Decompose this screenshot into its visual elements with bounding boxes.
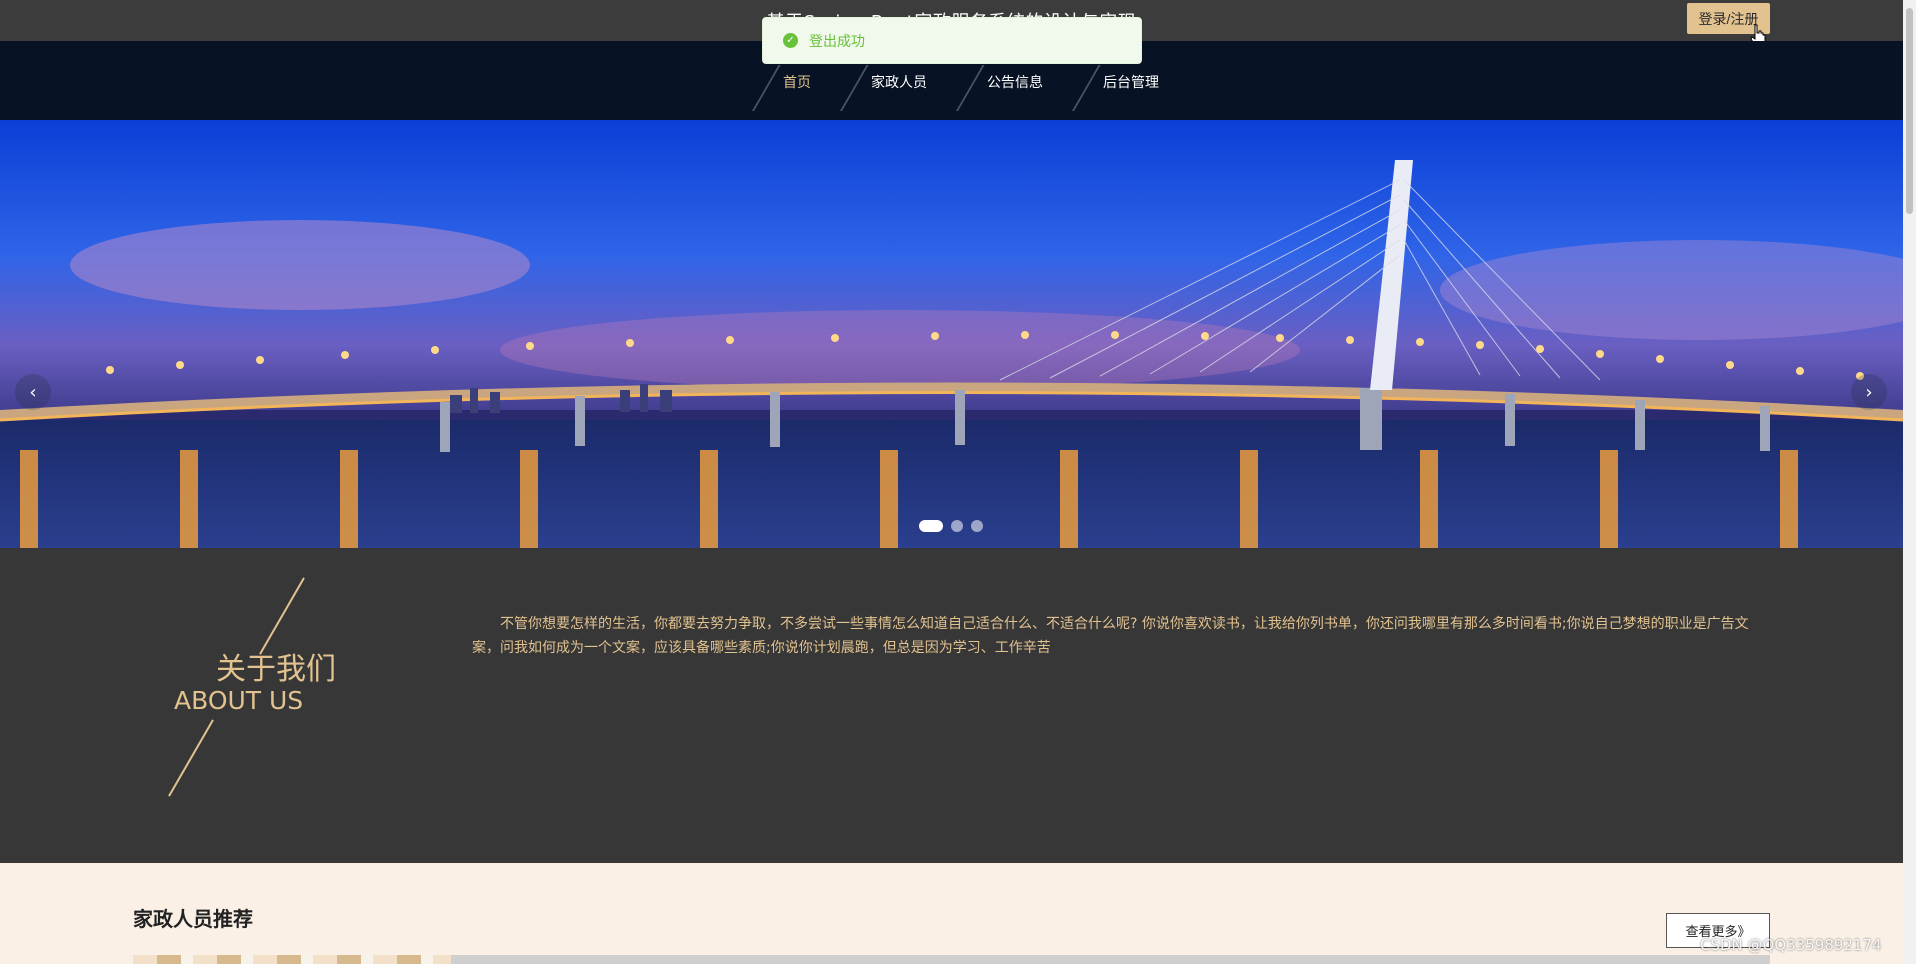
decorative-slash (168, 719, 214, 797)
nav-item-announcements[interactable]: 公告信息 (987, 72, 1043, 92)
watermark: CSDN @QQ3359892174 (1700, 936, 1882, 954)
nav-separator (956, 65, 985, 111)
carousel-dot[interactable] (919, 520, 943, 532)
carousel-next-button[interactable]: › (1851, 374, 1887, 410)
page-scrollbar[interactable] (1903, 0, 1916, 964)
about-text: 不管你想要怎样的生活，你都要去努力争取，不多尝试一些事情怎么知道自己适合什么、不… (472, 616, 1749, 656)
carousel-prev-button[interactable]: ‹ (15, 374, 51, 410)
nav-item-housekeepers[interactable]: 家政人员 (871, 72, 927, 92)
logout-success-toast: ✓ 登出成功 (762, 17, 1142, 64)
nav-item-admin[interactable]: 后台管理 (1103, 72, 1159, 92)
about-title: 关于我们 (216, 652, 336, 687)
toast-message: 登出成功 (809, 33, 865, 50)
check-circle-icon: ✓ (783, 33, 798, 48)
scroll-thumb[interactable] (1906, 8, 1913, 214)
about-section: 关于我们 ABOUT US 不管你想要怎样的生活，你都要去努力争取，不多尝试一些… (0, 548, 1903, 863)
nav-item-home[interactable]: 首页 (783, 72, 811, 92)
bridge-night-image (0, 120, 1903, 548)
carousel-dot[interactable] (951, 520, 963, 532)
section-title: 家政人员推荐 (133, 907, 253, 931)
banner-carousel: ‹ › (0, 120, 1903, 548)
carousel-indicators (919, 520, 983, 532)
housekeeper-recommend-section: 家政人员推荐 查看更多》 (0, 863, 1903, 964)
nav-separator (1072, 65, 1101, 111)
housekeeper-card-image[interactable] (133, 955, 451, 964)
nav-separator (840, 65, 869, 111)
carousel-dot[interactable] (971, 520, 983, 532)
nav-separator (752, 65, 781, 111)
about-subtitle: ABOUT US (174, 686, 304, 715)
page: 基于Spring Boot家政服务系统的设计与实现 登录/注册 ✓ 登出成功 首… (0, 0, 1916, 964)
